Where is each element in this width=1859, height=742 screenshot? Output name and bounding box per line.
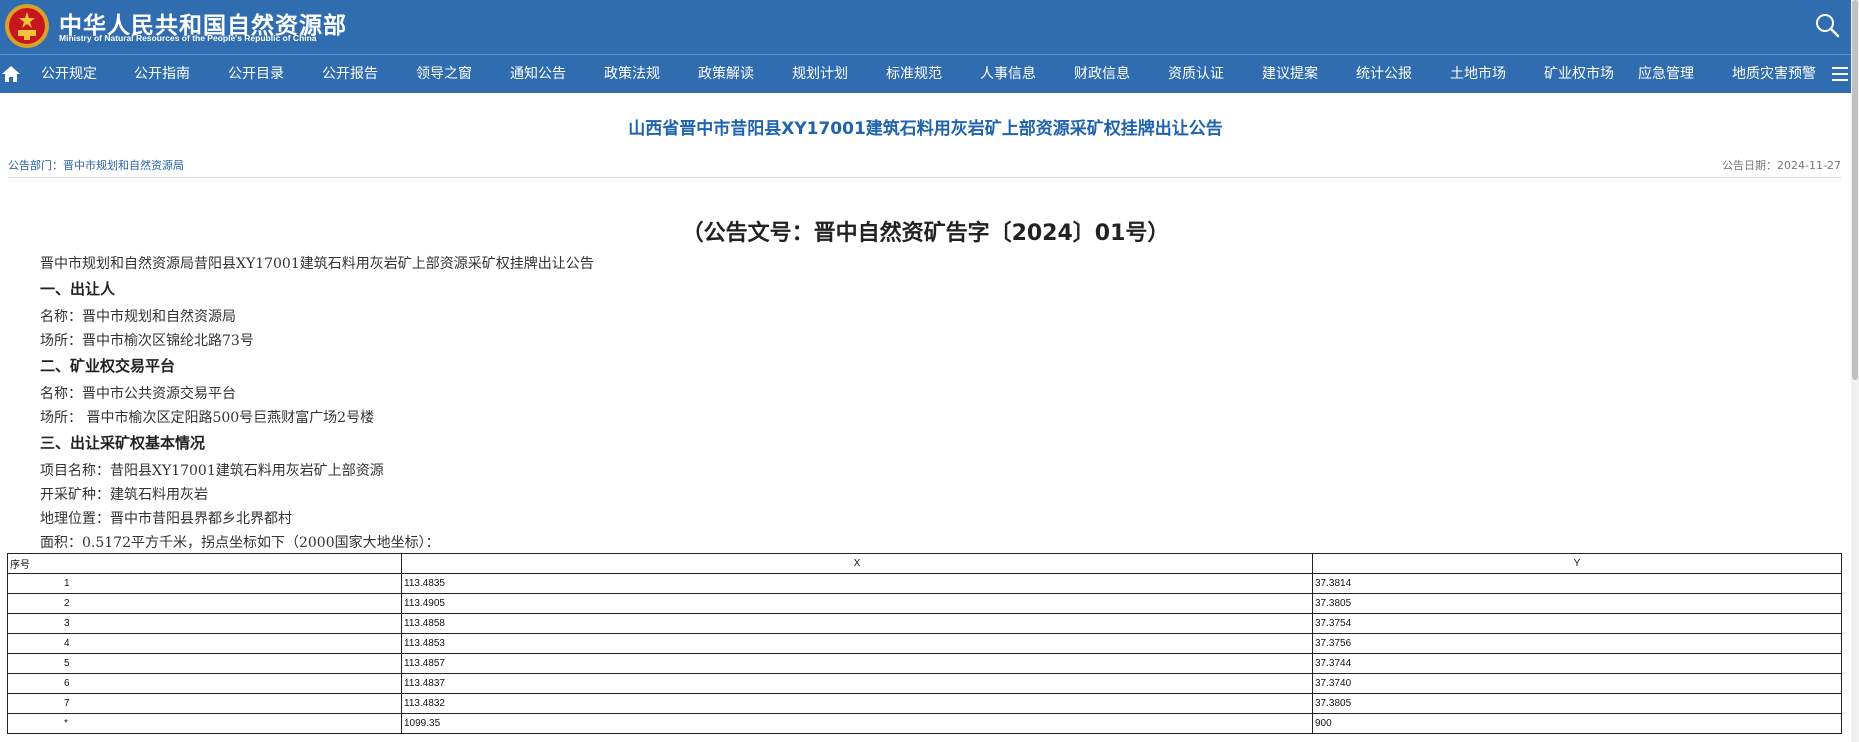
table-cell: 37.3740 <box>1312 673 1842 694</box>
nav-item[interactable]: 公开报告 <box>322 55 378 93</box>
nav-item[interactable]: 地质灾害预警 <box>1732 55 1816 93</box>
section-heading: 一、出让人 <box>40 280 116 298</box>
table-cell: 113.4835 <box>401 573 1313 594</box>
national-emblem-icon[interactable] <box>4 3 50 49</box>
table-cell: 113.4837 <box>401 673 1313 694</box>
nav-item[interactable]: 标准规范 <box>886 55 942 93</box>
site-header: 中华人民共和国自然资源部 Ministry of Natural Resourc… <box>0 0 1859 54</box>
table-row: 3 113.4858 37.3754 <box>7 613 1842 634</box>
publish-date: 公告日期：2024-11-27 <box>1722 159 1841 172</box>
body-text: 场所：晋中市榆次区锦纶北路73号 <box>40 333 254 349</box>
publishing-department: 公告部门：晋中市规划和自然资源局 <box>8 159 184 172</box>
document-number: （公告文号：晋中自然资矿告字〔2024〕01号） <box>681 221 1170 246</box>
table-cell: 37.3805 <box>1312 693 1842 714</box>
column-header: X <box>401 553 1313 574</box>
intro-text: 晋中市规划和自然资源局昔阳县XY17001建筑石料用灰岩矿上部资源采矿权挂牌出让… <box>40 256 594 272</box>
body-text: 名称：晋中市公共资源交易平台 <box>40 386 236 402</box>
divider <box>8 177 1841 178</box>
nav-item[interactable]: 资质认证 <box>1168 55 1224 93</box>
nav-item[interactable]: 土地市场 <box>1450 55 1506 93</box>
table-row: 2 113.4905 37.3805 <box>7 593 1842 614</box>
nav-item[interactable]: 建议提案 <box>1262 55 1318 93</box>
nav-item[interactable]: 财政信息 <box>1074 55 1130 93</box>
article-title: 山西省晋中市昔阳县XY17001建筑石料用灰岩矿上部资源采矿权挂牌出让公告 <box>628 119 1223 139</box>
table-cell: 900 <box>1312 713 1842 734</box>
table-cell: 6 <box>7 673 402 694</box>
nav-item[interactable]: 应急管理 <box>1638 55 1694 93</box>
body-text: 地理位置：晋中市昔阳县界都乡北界都村 <box>40 511 292 527</box>
table-cell: 2 <box>7 593 402 614</box>
body-text: 项目名称：昔阳县XY17001建筑石料用灰岩矿上部资源 <box>40 463 384 479</box>
nav-item[interactable]: 公开规定 <box>41 55 97 93</box>
nav-item[interactable]: 政策解读 <box>698 55 754 93</box>
table-row: 5 113.4857 37.3744 <box>7 653 1842 674</box>
nav-item[interactable]: 政策法规 <box>604 55 660 93</box>
table-cell: 37.3744 <box>1312 653 1842 674</box>
table-cell: 5 <box>7 653 402 674</box>
body-text: 面积：0.5172平方千米，拐点坐标如下（2000国家大地坐标）： <box>40 535 440 551</box>
home-icon[interactable] <box>1 64 21 84</box>
search-icon[interactable] <box>1812 10 1842 40</box>
table-cell: 37.3814 <box>1312 573 1842 594</box>
section-heading: 三、出让采矿权基本情况 <box>40 434 206 452</box>
table-cell: 113.4832 <box>401 693 1313 714</box>
table-cell: 4 <box>7 633 402 654</box>
table-cell: 113.4857 <box>401 653 1313 674</box>
scrollbar-thumb[interactable] <box>1852 0 1858 380</box>
table-cell: 7 <box>7 693 402 714</box>
table-cell: 3 <box>7 613 402 634</box>
table-cell: 37.3756 <box>1312 633 1842 654</box>
nav-item[interactable]: 统计公报 <box>1356 55 1412 93</box>
nav-item[interactable]: 人事信息 <box>980 55 1036 93</box>
nav-item[interactable]: 公开目录 <box>228 55 284 93</box>
main-nav: 公开规定 公开指南 公开目录 公开报告 领导之窗 通知公告 政策法规 政策解读 … <box>0 54 1851 93</box>
table-cell: * <box>7 713 402 734</box>
nav-item[interactable]: 公开指南 <box>134 55 190 93</box>
section-heading: 二、矿业权交易平台 <box>40 357 176 375</box>
table-cell: 113.4905 <box>401 593 1313 614</box>
table-row: * 1099.35 900 <box>7 713 1842 734</box>
table-row: 6 113.4837 37.3740 <box>7 673 1842 694</box>
nav-item[interactable]: 矿业权市场 <box>1544 55 1614 93</box>
body-text: 场所： 晋中市榆次区定阳路500号巨燕财富广场2号楼 <box>40 410 375 426</box>
table-cell: 37.3754 <box>1312 613 1842 634</box>
nav-item[interactable]: 规划计划 <box>792 55 848 93</box>
table-header-row: 序号 X Y <box>7 553 1842 574</box>
column-header: Y <box>1312 553 1842 574</box>
body-text: 名称：晋中市规划和自然资源局 <box>40 309 236 325</box>
table-row: 4 113.4853 37.3756 <box>7 633 1842 654</box>
nav-item[interactable]: 通知公告 <box>510 55 566 93</box>
table-cell: 113.4858 <box>401 613 1313 634</box>
hamburger-menu-icon[interactable] <box>1832 67 1848 81</box>
table-cell: 37.3805 <box>1312 593 1842 614</box>
column-header: 序号 <box>7 553 402 574</box>
table-row: 1 113.4835 37.3814 <box>7 573 1842 594</box>
table-cell: 113.4853 <box>401 633 1313 654</box>
nav-item[interactable]: 领导之窗 <box>416 55 472 93</box>
table-cell: 1 <box>7 573 402 594</box>
table-row: 7 113.4832 37.3805 <box>7 693 1842 714</box>
table-cell: 1099.35 <box>401 713 1313 734</box>
coordinates-table: 序号 X Y 1 113.4835 37.3814 2 113.4905 37.… <box>7 553 1842 734</box>
body-text: 开采矿种：建筑石料用灰岩 <box>40 487 208 503</box>
site-name-en: Ministry of Natural Resources of the Peo… <box>59 33 317 43</box>
